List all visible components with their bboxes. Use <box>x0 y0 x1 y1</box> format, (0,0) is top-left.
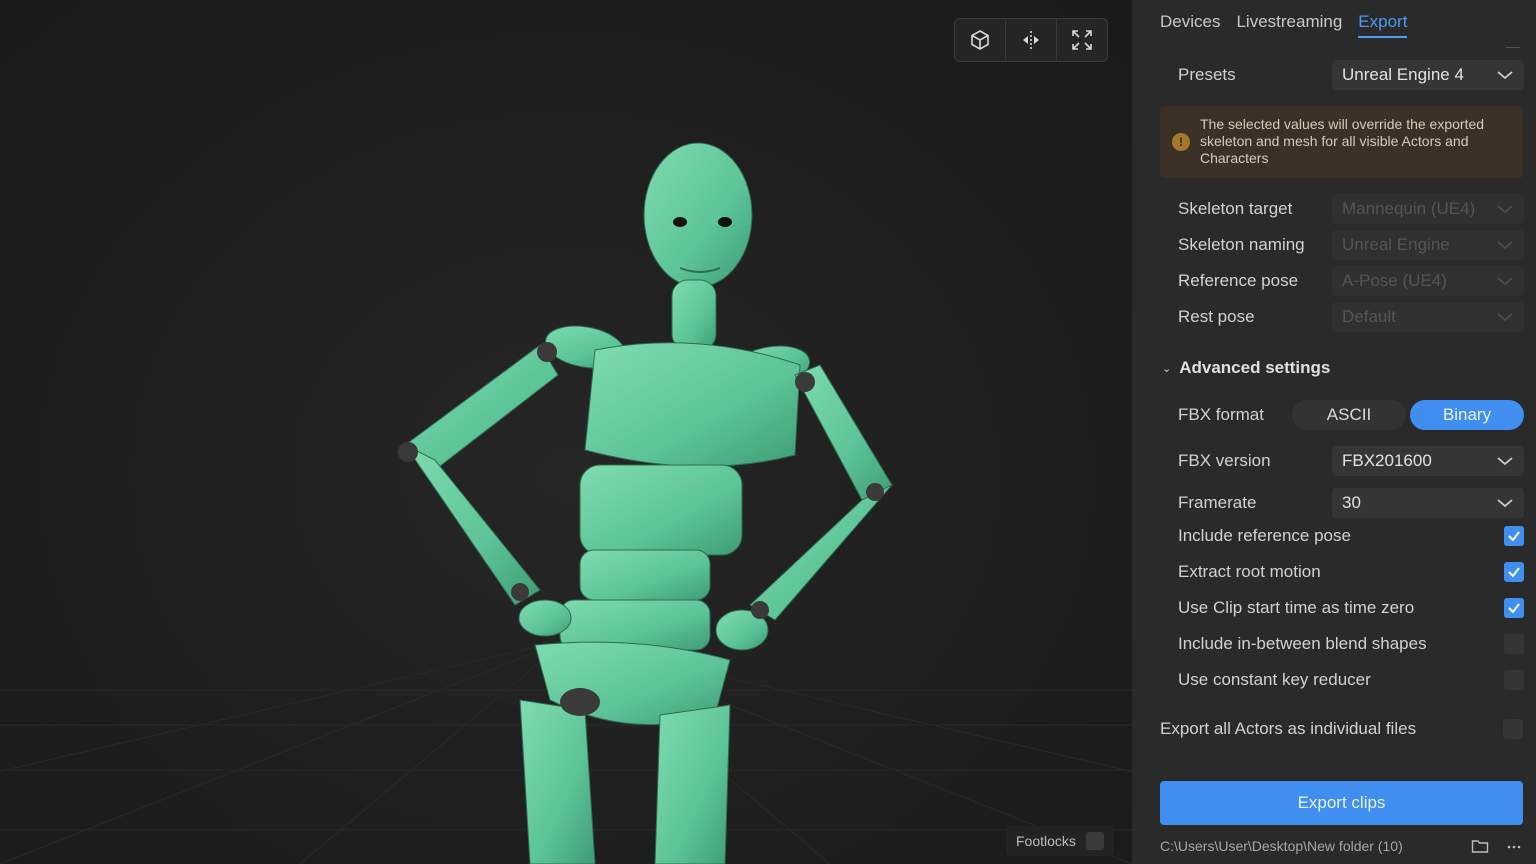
skeleton-target-row: Skeleton target Mannequin (UE4) <box>1178 194 1524 224</box>
include-reference-pose-row: Include reference pose <box>1178 526 1524 546</box>
framerate-value: 30 <box>1342 493 1361 512</box>
export-path: C:\Users\User\Desktop\New folder (10) <box>1160 838 1403 854</box>
presets-row: Presets Unreal Engine 4 <box>1178 60 1524 90</box>
fbx-version-value: FBX201600 <box>1342 451 1432 470</box>
chevron-down-icon: ⌄ <box>1162 362 1172 375</box>
viewport-toolbar <box>954 18 1108 62</box>
rest-pose-row: Rest pose Default <box>1178 302 1524 332</box>
reference-pose-label: Reference pose <box>1178 271 1299 290</box>
key-reducer-checkbox[interactable] <box>1504 670 1524 690</box>
path-actions <box>1471 838 1523 854</box>
mirror-button[interactable] <box>1006 19 1057 61</box>
presets-label: Presets <box>1178 65 1236 84</box>
chevron-down-icon <box>1497 241 1513 250</box>
blend-shapes-row: Include in-between blend shapes <box>1178 634 1524 654</box>
clip-start-time-checkbox[interactable] <box>1504 598 1524 618</box>
extract-root-motion-checkbox[interactable] <box>1504 562 1524 582</box>
presets-dropdown[interactable]: Unreal Engine 4 <box>1332 60 1524 90</box>
warning-text: The selected values will override the ex… <box>1200 116 1485 166</box>
fbx-version-label: FBX version <box>1178 451 1271 470</box>
rest-pose-dropdown: Default <box>1332 302 1524 332</box>
chevron-down-icon <box>1497 457 1513 466</box>
skeleton-naming-label: Skeleton naming <box>1178 235 1305 254</box>
chevron-down-icon <box>1497 277 1513 286</box>
footlocks-switch[interactable] <box>1085 832 1104 850</box>
blend-shapes-checkbox[interactable] <box>1504 634 1524 654</box>
key-reducer-label: Use constant key reducer <box>1178 670 1371 689</box>
skeleton-target-value: Mannequin (UE4) <box>1342 199 1476 218</box>
mirror-split-icon <box>1023 31 1039 49</box>
framerate-dropdown[interactable]: 30 <box>1332 488 1524 518</box>
framerate-row: Framerate 30 <box>1178 488 1524 518</box>
chevron-down-icon <box>1497 499 1513 508</box>
export-individual-checkbox[interactable] <box>1503 719 1523 739</box>
3d-viewport[interactable]: Footlocks <box>0 0 1132 864</box>
chevron-down-icon <box>1497 71 1513 80</box>
tab-bar: Devices Livestreaming Export <box>1160 12 1408 38</box>
tab-export[interactable]: Export <box>1358 12 1408 38</box>
fbx-format-label: FBX format <box>1178 405 1264 424</box>
override-warning: ! The selected values will override the … <box>1160 106 1523 178</box>
footlocks-label: Footlocks <box>1016 833 1076 849</box>
cube-view-button[interactable] <box>955 19 1006 61</box>
export-panel: Devices Livestreaming Export Presets Unr… <box>1132 0 1536 864</box>
chevron-down-icon <box>1497 205 1513 214</box>
skeleton-target-dropdown: Mannequin (UE4) <box>1332 194 1524 224</box>
presets-value: Unreal Engine 4 <box>1342 65 1464 84</box>
rest-pose-value: Default <box>1342 307 1396 326</box>
skeleton-target-label: Skeleton target <box>1178 199 1293 218</box>
skeleton-naming-dropdown: Unreal Engine <box>1332 230 1524 260</box>
footlocks-toggle[interactable]: Footlocks <box>1006 826 1114 856</box>
tab-livestreaming[interactable]: Livestreaming <box>1236 12 1342 38</box>
fbx-version-row: FBX version FBX201600 <box>1178 446 1524 476</box>
cube-icon <box>971 30 989 50</box>
fbx-format-binary[interactable]: Binary <box>1410 400 1524 430</box>
advanced-settings-toggle[interactable]: ⌄ Advanced settings <box>1162 358 1330 378</box>
export-clips-button[interactable]: Export clips <box>1160 781 1523 825</box>
warning-icon: ! <box>1172 133 1190 151</box>
folder-icon[interactable] <box>1471 838 1489 854</box>
check-icon <box>1508 531 1520 542</box>
reference-pose-row: Reference pose A-Pose (UE4) <box>1178 266 1524 296</box>
reference-pose-value: A-Pose (UE4) <box>1342 271 1447 290</box>
clip-start-time-label: Use Clip start time as time zero <box>1178 598 1415 617</box>
fbx-format-ascii[interactable]: ASCII <box>1292 400 1406 430</box>
rest-pose-label: Rest pose <box>1178 307 1255 326</box>
include-reference-pose-label: Include reference pose <box>1178 526 1351 545</box>
advanced-settings-label: Advanced settings <box>1179 358 1331 377</box>
extract-root-motion-label: Extract root motion <box>1178 562 1321 581</box>
export-path-row: C:\Users\User\Desktop\New folder (10) <box>1160 838 1523 854</box>
more-options-icon[interactable] <box>1505 838 1523 854</box>
blend-shapes-label: Include in-between blend shapes <box>1178 634 1427 653</box>
chevron-down-icon <box>1497 313 1513 322</box>
include-reference-pose-checkbox[interactable] <box>1504 526 1524 546</box>
check-icon <box>1508 567 1520 578</box>
fullscreen-button[interactable] <box>1057 19 1107 61</box>
mannequin-figure[interactable] <box>380 140 920 864</box>
fbx-format-toggle: ASCII Binary <box>1292 400 1524 430</box>
check-icon <box>1508 603 1520 614</box>
reference-pose-dropdown: A-Pose (UE4) <box>1332 266 1524 296</box>
key-reducer-row: Use constant key reducer <box>1178 670 1524 690</box>
tab-divider <box>1506 47 1520 48</box>
clip-start-time-row: Use Clip start time as time zero <box>1178 598 1524 618</box>
skeleton-naming-value: Unreal Engine <box>1342 235 1450 254</box>
export-individual-row: Export all Actors as individual files <box>1160 719 1523 739</box>
tab-devices[interactable]: Devices <box>1160 12 1220 38</box>
fbx-format-row: FBX format ASCII Binary <box>1178 400 1524 430</box>
expand-icon <box>1072 30 1092 50</box>
extract-root-motion-row: Extract root motion <box>1178 562 1524 582</box>
fbx-version-dropdown[interactable]: FBX201600 <box>1332 446 1524 476</box>
skeleton-naming-row: Skeleton naming Unreal Engine <box>1178 230 1524 260</box>
export-individual-label: Export all Actors as individual files <box>1160 719 1417 738</box>
framerate-label: Framerate <box>1178 493 1257 512</box>
